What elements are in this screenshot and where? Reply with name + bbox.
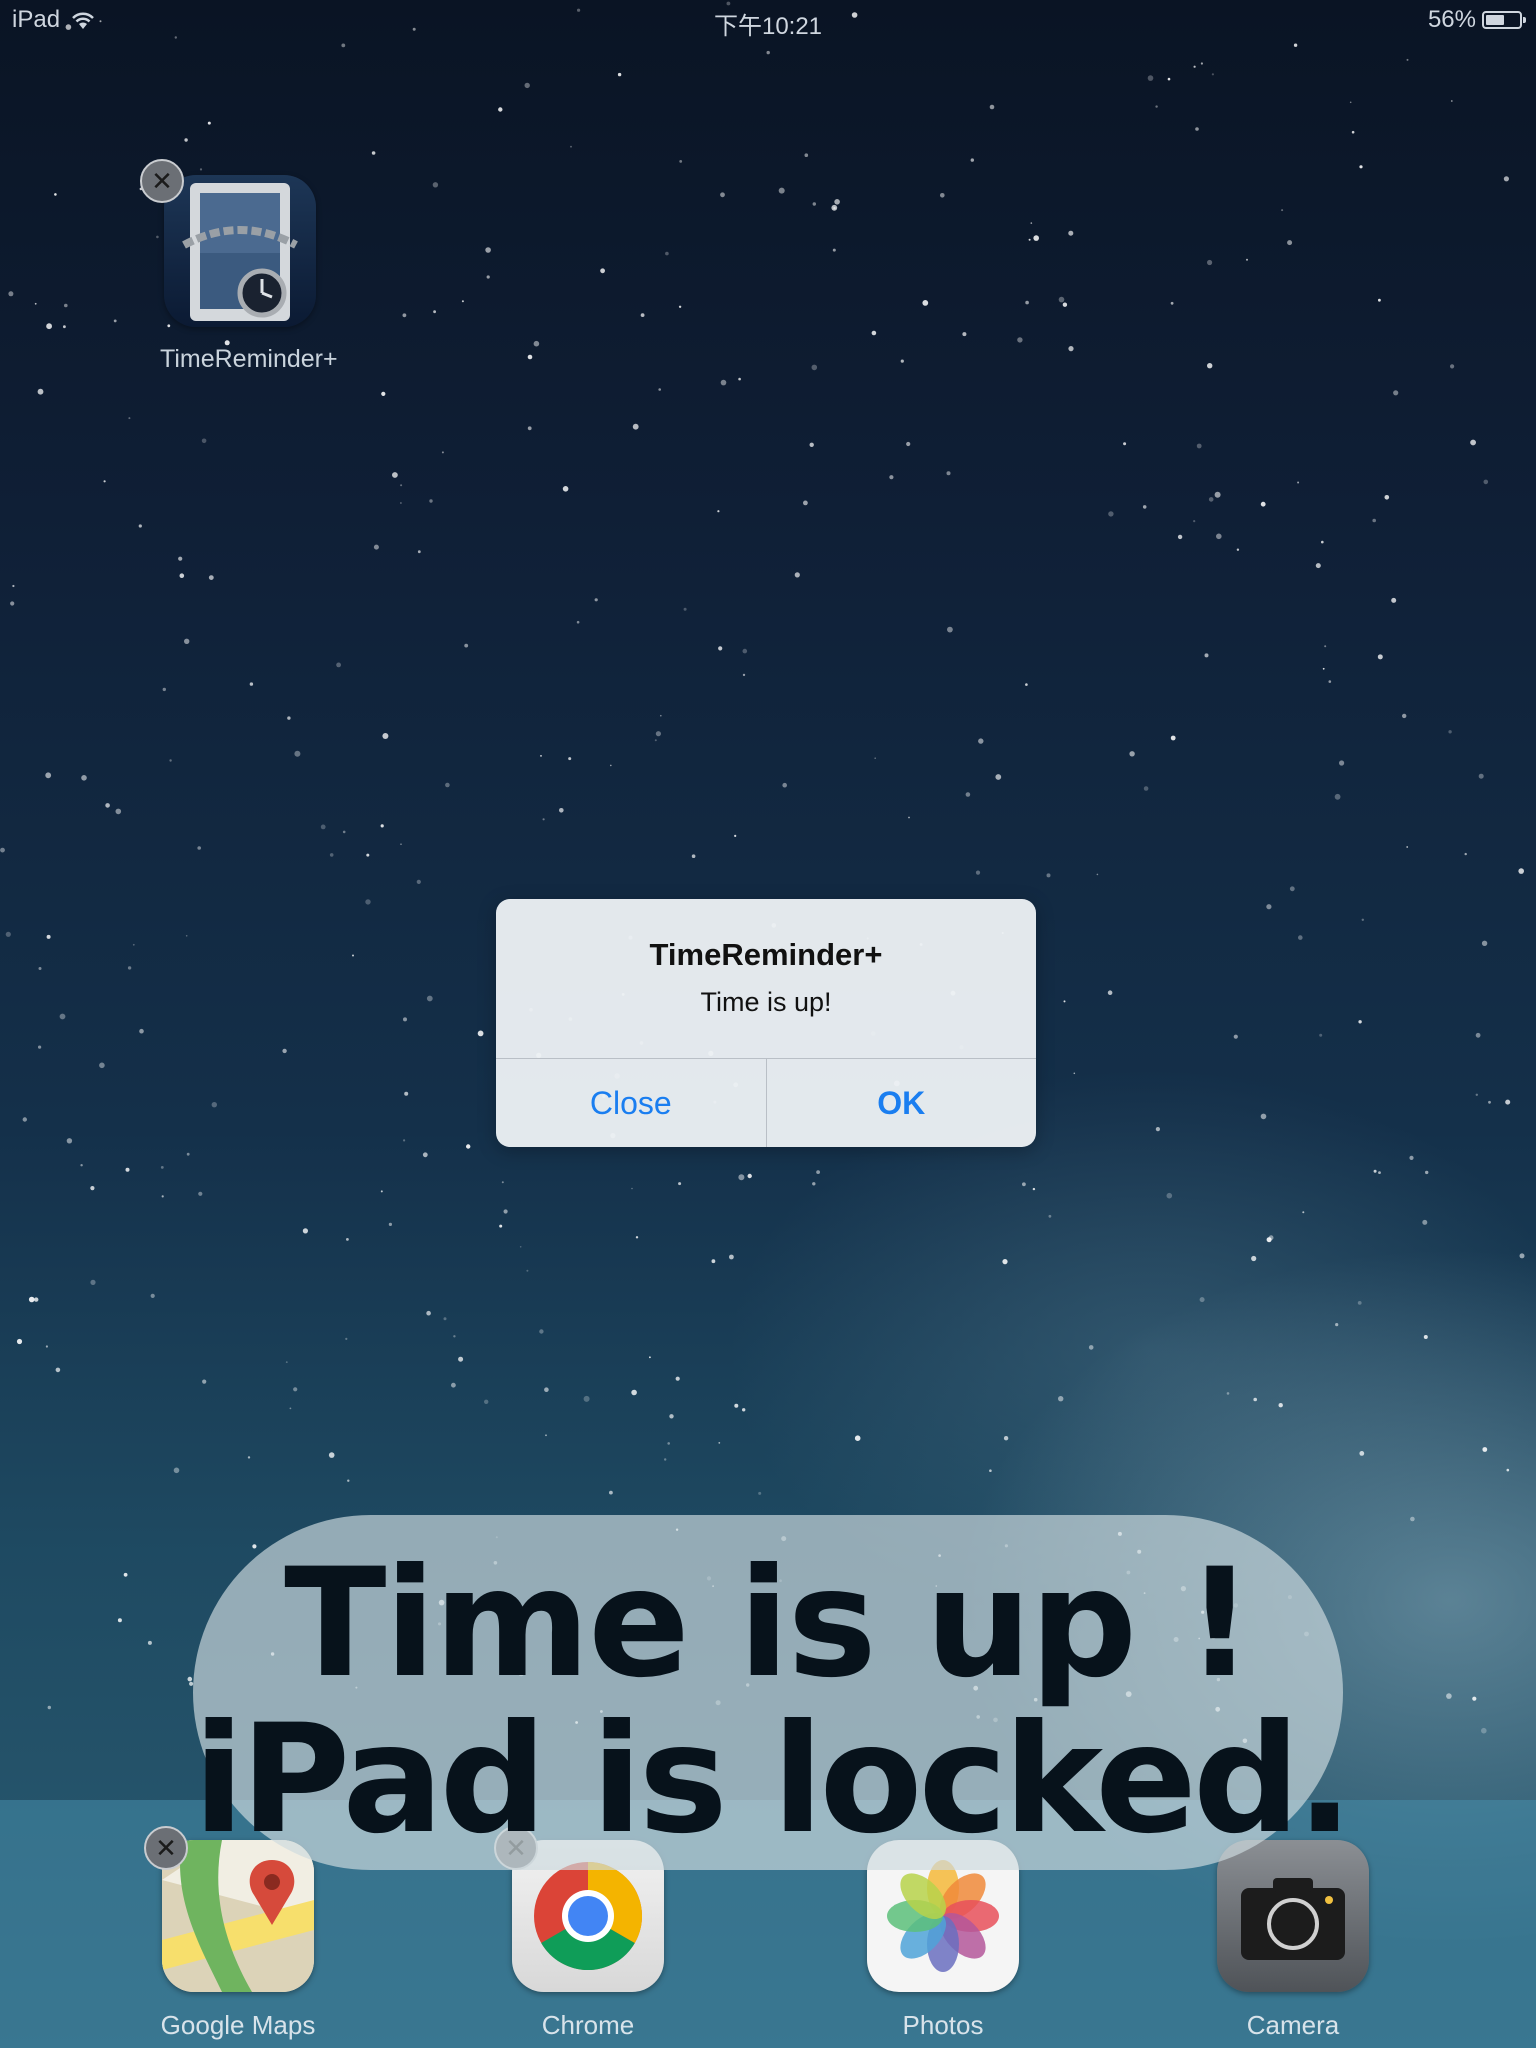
app-label: Photos [902, 2010, 984, 2040]
app-label: TimeReminder+ [160, 345, 338, 373]
dock-app-camera[interactable]: Camera [1193, 1840, 1393, 2041]
app-label: Google Maps [160, 2010, 316, 2040]
timereminder-icon[interactable] [164, 175, 316, 327]
clock: 下午10:21 [713, 13, 823, 40]
delete-app-badge[interactable]: ✕ [144, 1826, 188, 1870]
alert-title: TimeReminder+ [649, 937, 883, 972]
alert-button-row: Close OK [496, 1058, 1036, 1147]
app-label: Camera [1246, 2010, 1340, 2040]
battery-level [1486, 15, 1504, 25]
battery-percentage: 56% [1427, 6, 1476, 33]
alert-message: Time is up! [700, 987, 832, 1017]
close-button[interactable]: Close [496, 1059, 766, 1147]
dock-app-photos[interactable]: Photos [843, 1840, 1043, 2041]
ok-button[interactable]: OK [765, 1059, 1037, 1147]
banner-line-ipad-locked: iPad is locked. [193, 1693, 1353, 1867]
battery-icon [1482, 11, 1526, 29]
dock-app-chrome[interactable]: ✕ Chrome [488, 1826, 688, 2041]
dock-app-google-maps[interactable]: ✕ Google Maps [138, 1826, 338, 2041]
delete-app-badge[interactable]: ✕ [140, 159, 184, 203]
locked-banner: Time is up ! iPad is locked. [193, 1515, 1353, 1870]
app-label: Chrome [541, 2010, 635, 2040]
status-bar: iPad 下午10:21 56% [0, 0, 1536, 40]
alert-dialog: TimeReminder+ Time is up! Close OK [496, 899, 1036, 1147]
banner-line-time-up: Time is up ! [284, 1537, 1254, 1711]
app-timereminder[interactable]: ✕ TimeReminder+ [140, 159, 338, 374]
